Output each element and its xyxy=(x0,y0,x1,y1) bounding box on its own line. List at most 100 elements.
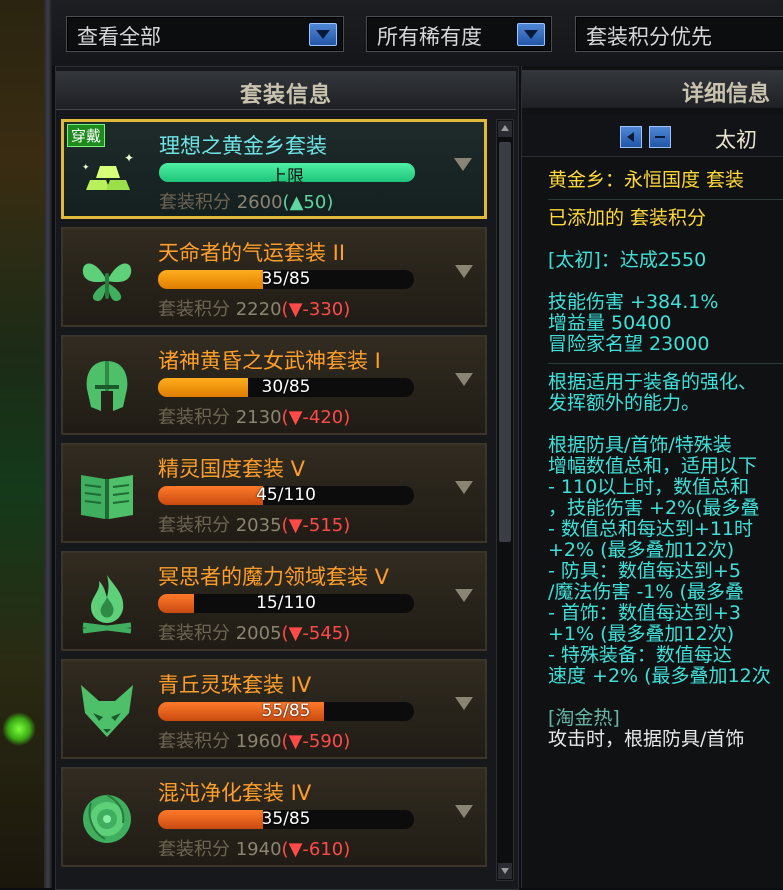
set-score-value: 2600 xyxy=(236,192,283,213)
set-card[interactable]: 精灵国度套装 V 45/110 套装积分 2035(▼-515) xyxy=(61,443,487,543)
view-filter-dropdown[interactable]: 查看全部 xyxy=(66,16,344,52)
set-info-title: 套装信息 xyxy=(239,83,332,108)
sort-dropdown[interactable]: 套装积分优先 xyxy=(575,16,783,52)
set-name: 混沌净化套装 IV xyxy=(158,781,312,805)
chevron-down-icon[interactable] xyxy=(455,805,473,818)
set-score-delta: (▼-330) xyxy=(281,299,351,320)
set-progress-text: 上限 xyxy=(270,167,304,182)
scroll-thumb[interactable] xyxy=(499,142,511,542)
set-card[interactable]: 冥思者的魔力领域套装 V 15/110 套装积分 2005(▼-545) xyxy=(61,551,487,651)
chevron-down-icon[interactable] xyxy=(455,481,473,494)
set-score: 套装积分 2035(▼-515) xyxy=(158,511,350,537)
chevron-down-icon[interactable] xyxy=(309,23,337,46)
set-score-label: 套装积分 xyxy=(158,515,230,536)
set-score-value: 2220 xyxy=(235,299,282,320)
detail-line: +1% (最多叠加12次) xyxy=(548,623,735,645)
detail-line: 冒险家名望 23000 xyxy=(548,333,710,355)
set-card[interactable]: 诸神黄昏之女武神套装 I 30/85 套装积分 2130(▼-420) xyxy=(61,335,487,435)
detail-line: 根据适用于装备的强化、 xyxy=(548,371,758,393)
set-score: 套装积分 1940(▼-610) xyxy=(158,835,350,861)
tier-selector: 太初 xyxy=(522,114,783,157)
detail-line: - 110以上时，数值总和 xyxy=(548,476,750,498)
set-score-label: 套装积分 xyxy=(158,839,230,860)
set-score-delta: (▲50) xyxy=(282,192,334,213)
green-orb-icon xyxy=(2,712,36,746)
set-card[interactable]: 青丘灵珠套装 IV 55/85 套装积分 1960(▼-590) xyxy=(61,659,487,759)
chevron-down-icon[interactable] xyxy=(455,697,473,710)
detail-line: - 特殊装备：数值每达 xyxy=(548,644,732,666)
detail-title: 详细信息 xyxy=(682,82,771,107)
set-progress-text: 55/85 xyxy=(261,702,311,721)
set-progress-bar: 45/110 xyxy=(158,486,414,505)
set-score-label: 套装积分 xyxy=(158,623,230,644)
detail-line: - 首饰：数值每达到+3 xyxy=(548,602,741,624)
set-info-header: 套装信息 xyxy=(56,71,516,110)
rarity-filter-dropdown[interactable]: 所有稀有度 xyxy=(366,16,552,52)
set-progress-bar: 55/85 xyxy=(158,702,414,721)
scroll-down-icon[interactable] xyxy=(498,863,512,879)
detail-line: - 数值总和每达到+11时 xyxy=(548,518,753,540)
collapse-icon[interactable] xyxy=(649,126,671,148)
detail-line: 已添加的 套装积分 xyxy=(548,207,707,229)
set-score: 套装积分 2220(▼-330) xyxy=(158,295,350,321)
detail-line: 攻击时，根据防具/首饰 xyxy=(548,728,745,750)
set-card[interactable]: 天命者的气运套装 II 35/85 套装积分 2220(▼-330) xyxy=(61,227,487,327)
chevron-down-icon[interactable] xyxy=(517,23,545,46)
set-progress-bar: 上限 xyxy=(159,163,415,182)
chevron-down-icon[interactable] xyxy=(455,589,473,602)
detail-text: 黄金乡：永恒国度 套装 已添加的 套装积分 [太初]：达成2550 技能伤害 +384… xyxy=(548,170,783,750)
svg-text:✦: ✦ xyxy=(82,163,90,173)
gold-bars-icon: ✦ ✦ xyxy=(76,140,140,204)
set-card[interactable]: 混沌净化套装 IV 35/85 套装积分 1940(▼-610) xyxy=(61,767,487,867)
set-score-delta: (▼-610) xyxy=(281,839,351,860)
set-score: 套装积分 2005(▼-545) xyxy=(158,619,350,645)
set-card[interactable]: 穿戴 ✦ ✦ 理想之黄金乡套装 上限 套装积分 2600(▲50) xyxy=(61,119,487,219)
detail-panel: 详细信息 太初 黄金乡：永恒国度 套装 已添加的 套装积分 [太初]：达成2550 技… xyxy=(521,66,783,888)
set-score-delta: (▼-420) xyxy=(281,407,351,428)
detail-line: 发挥额外的能力。 xyxy=(548,392,701,414)
set-score: 套装积分 2600(▲50) xyxy=(159,188,333,214)
butterfly-icon xyxy=(75,247,139,311)
detail-line: 根据防具/首饰/特殊装 xyxy=(548,434,732,456)
set-progress-text: 35/85 xyxy=(261,810,311,829)
view-filter-value: 查看全部 xyxy=(77,25,161,49)
detail-header: 详细信息 xyxy=(522,70,783,108)
detail-line: - 防具：数值每达到+5 xyxy=(548,560,741,582)
divider xyxy=(548,363,783,364)
set-name: 诸神黄昏之女武神套装 I xyxy=(158,349,381,373)
set-score-label: 套装积分 xyxy=(158,731,230,752)
fox-icon xyxy=(75,679,139,743)
set-list-scrollbar[interactable] xyxy=(496,119,514,881)
detail-line: [太初]：达成2550 xyxy=(548,249,707,271)
chevron-down-icon[interactable] xyxy=(455,373,473,386)
sort-value: 套装积分优先 xyxy=(586,25,712,49)
chevron-down-icon[interactable] xyxy=(455,265,473,278)
rarity-filter-value: 所有稀有度 xyxy=(377,25,482,49)
set-progress-text: 45/110 xyxy=(256,486,316,505)
set-score-delta: (▼-590) xyxy=(281,731,351,752)
detail-line: 速度 +2% (最多叠加12次 xyxy=(548,665,771,687)
chevron-down-icon[interactable] xyxy=(454,158,472,171)
set-score: 套装积分 1960(▼-590) xyxy=(158,727,350,753)
set-score-value: 1940 xyxy=(235,839,282,860)
scroll-up-icon[interactable] xyxy=(498,121,512,137)
flame-icon xyxy=(75,571,139,635)
detail-line: 增幅数值总和，适用以下 xyxy=(548,455,758,477)
prev-tier-icon[interactable] xyxy=(620,126,642,148)
set-info-panel: 套装信息 穿戴 ✦ ✦ 理想之黄金乡套装 上限 套装积分 2600(▲50) 天命者的气运套… xyxy=(55,66,519,890)
set-progress-bar: 35/85 xyxy=(158,270,414,289)
set-progress-bar: 30/85 xyxy=(158,378,414,397)
set-score-label: 套装积分 xyxy=(159,192,231,213)
book-icon xyxy=(75,463,139,527)
set-score-label: 套装积分 xyxy=(158,407,230,428)
set-progress-bar: 35/85 xyxy=(158,810,414,829)
set-score-delta: (▼-545) xyxy=(281,623,351,644)
tier-name: 太初 xyxy=(715,128,757,152)
set-name: 天命者的气运套装 II xyxy=(158,241,346,265)
set-progress-bar: 15/110 xyxy=(158,594,414,613)
divider xyxy=(548,199,783,200)
